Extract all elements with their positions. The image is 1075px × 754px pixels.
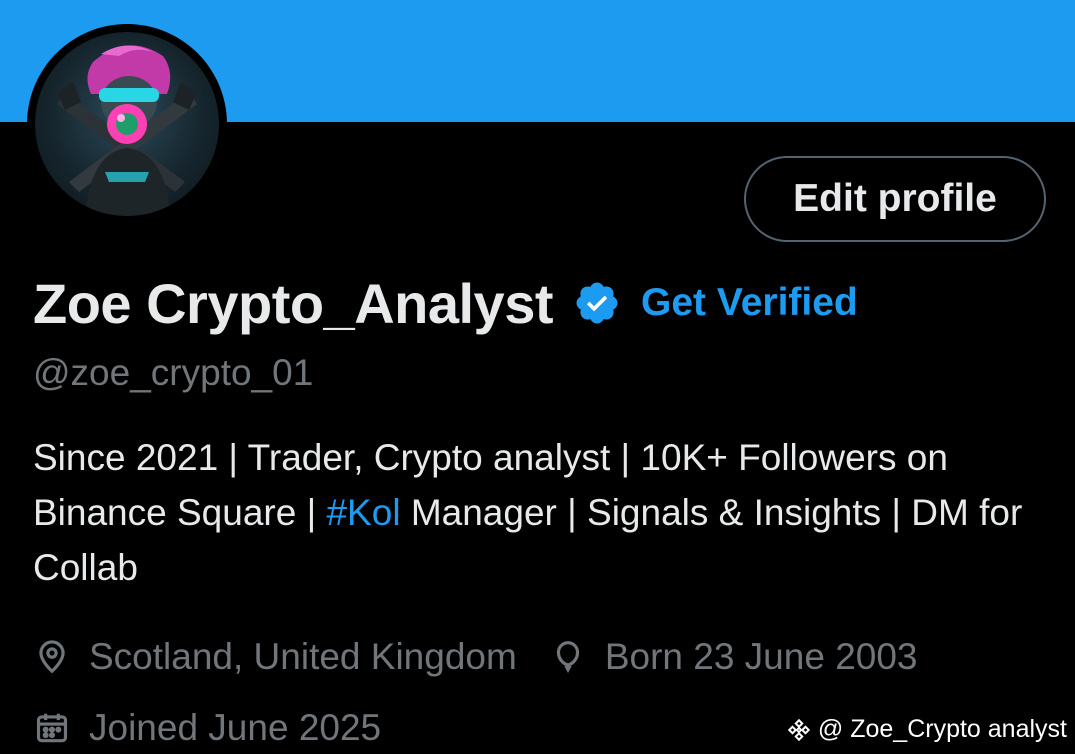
watermark-text: @ Zoe_Crypto analyst (817, 715, 1067, 743)
birthday-text: Born 23 June 2003 (604, 636, 918, 677)
joined-item: Joined June 2025 (33, 707, 381, 749)
handle: @zoe_crypto_01 (33, 352, 314, 393)
location-item: Scotland, United Kingdom (33, 636, 517, 678)
verified-badge-icon[interactable] (573, 279, 621, 327)
profile-meta-row: Scotland, United Kingdom Born 23 June 20… (33, 632, 918, 682)
avatar[interactable] (27, 24, 227, 224)
watermark: @ Zoe_Crypto analyst (786, 715, 1067, 744)
edit-profile-button[interactable]: Edit profile (744, 156, 1046, 242)
bio: Since 2021 | Trader, Crypto analyst | 10… (33, 430, 1053, 595)
joined-text: Joined June 2025 (89, 707, 382, 748)
location-text: Scotland, United Kingdom (89, 636, 517, 677)
birthday-item: Born 23 June 2003 (549, 636, 918, 678)
calendar-icon (33, 709, 71, 747)
balloon-icon (549, 638, 587, 676)
get-verified-link[interactable]: Get Verified (641, 281, 858, 325)
avatar-image (35, 32, 219, 216)
location-pin-icon (33, 638, 71, 676)
display-name: Zoe Crypto_Analyst (33, 271, 554, 335)
name-row: Zoe Crypto_Analyst Get Verified (33, 268, 858, 338)
avatar-illustration (57, 45, 197, 216)
binance-logo-icon (787, 718, 811, 741)
profile-meta-row: Joined June 2025 (33, 703, 381, 753)
hashtag-link[interactable]: #Kol (326, 492, 400, 533)
